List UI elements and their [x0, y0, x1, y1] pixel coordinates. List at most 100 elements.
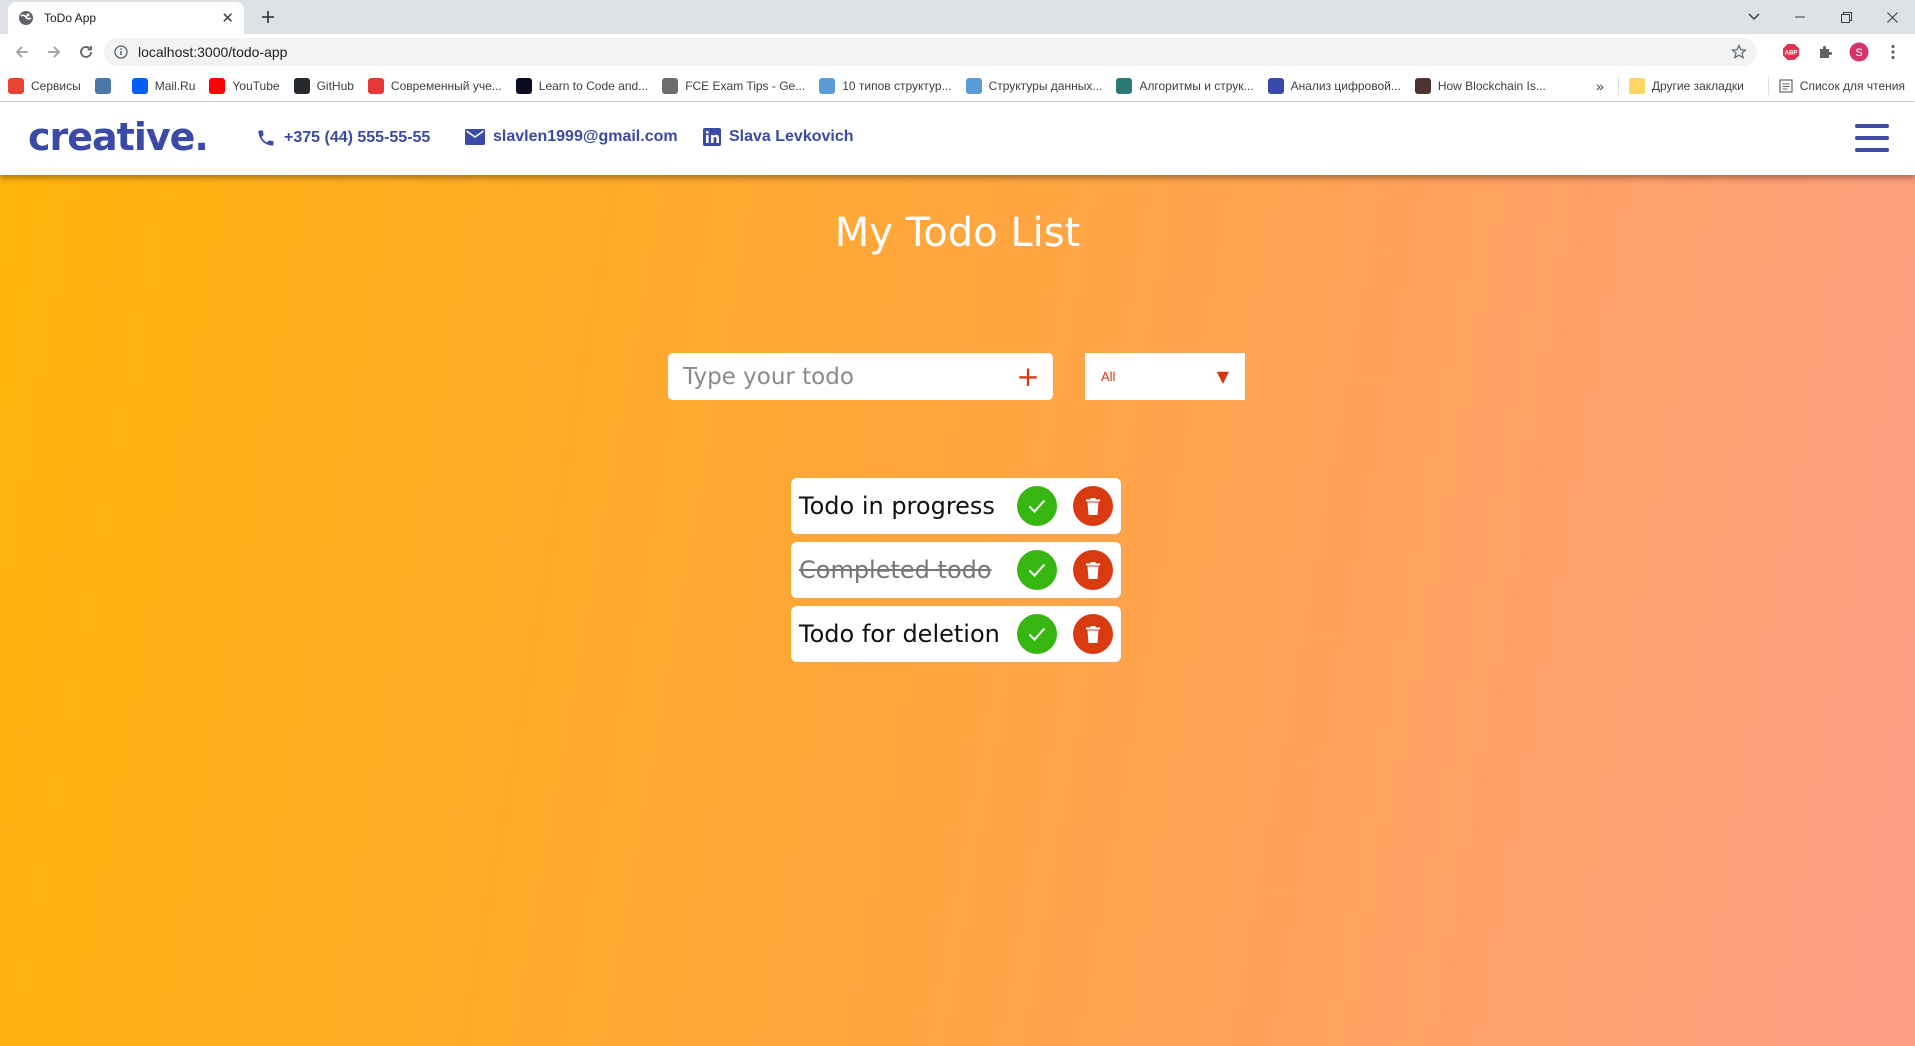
bookmark-item[interactable]: How Blockchain Is...	[1414, 77, 1546, 94]
hamburger-line	[1855, 136, 1889, 140]
page-title: My Todo List	[834, 210, 1081, 256]
complete-button[interactable]	[1017, 550, 1057, 590]
todo-item: Todo in progress	[791, 478, 1121, 534]
profile-initial: S	[1855, 47, 1862, 59]
bookmarks-separator	[1767, 77, 1769, 95]
trash-icon	[1086, 497, 1100, 515]
bookmark-item[interactable]: Алгоритмы и струк...	[1116, 77, 1254, 94]
github-icon	[293, 77, 310, 94]
todo-input[interactable]	[668, 353, 1003, 400]
mail-icon	[465, 129, 485, 145]
linkedin-link[interactable]: Slava Levkovich	[703, 128, 854, 146]
minimize-button[interactable]	[1777, 2, 1823, 32]
reading-list-label: Список для чтения	[1799, 79, 1905, 93]
tab-title: ToDo App	[44, 11, 97, 25]
bookmark-item[interactable]: 10 типов структур...	[819, 77, 952, 94]
site-header: creative. +375 (44) 555-55-55 slavlen199…	[0, 102, 1915, 175]
email-text: slavlen1999@gmail.com	[493, 128, 678, 145]
browser-menu-button[interactable]	[1879, 38, 1907, 66]
info-icon[interactable]	[114, 45, 128, 59]
email-link[interactable]: slavlen1999@gmail.com	[465, 128, 678, 146]
bookmarks-separator	[1617, 77, 1619, 95]
page-background: creative. +375 (44) 555-55-55 slavlen199…	[0, 102, 1915, 1046]
bookmark-label: Сервисы	[31, 78, 81, 93]
youtube-icon	[209, 77, 226, 94]
bookmark-item[interactable]: YouTube	[209, 77, 280, 94]
bookmark-item[interactable]: Сервисы	[8, 77, 81, 94]
bookmark-label: Анализ цифровой...	[1290, 78, 1401, 93]
todo-text: Todo for deletion	[799, 620, 1000, 648]
add-todo-button[interactable]: +	[1003, 353, 1053, 400]
trash-icon	[1086, 625, 1100, 643]
bookmark-item[interactable]: Mail.Ru	[131, 77, 196, 94]
habr-icon	[965, 77, 982, 94]
reload-icon	[80, 46, 92, 58]
profile-avatar-icon: S	[1849, 42, 1869, 62]
bookmarks-bar: Сервисы Mail.Ru YouTube GitHub Современный у…	[0, 70, 1915, 102]
bookmark-label: 10 типов структур...	[842, 78, 952, 93]
bookmark-item[interactable]: FCE Exam Tips - Ge...	[662, 77, 806, 94]
arrow-left-icon	[15, 46, 28, 58]
delete-button[interactable]	[1073, 614, 1113, 654]
bookmark-label: Структуры данных...	[988, 78, 1103, 93]
reload-button[interactable]	[70, 38, 102, 66]
bookmark-label: YouTube	[232, 78, 280, 93]
browser-tab[interactable]: ToDo App ✕	[8, 2, 244, 34]
adblock-icon: ABP	[1783, 44, 1799, 60]
bookmark-item[interactable]: Современный уче...	[367, 77, 502, 94]
delete-button[interactable]	[1073, 486, 1113, 526]
todo-form: +	[668, 353, 1053, 400]
bookmark-label: GitHub	[316, 78, 354, 93]
phone-text: +375 (44) 555-55-55	[284, 129, 431, 146]
complete-button[interactable]	[1017, 486, 1057, 526]
fce-icon	[662, 77, 679, 94]
bookmark-label: Mail.Ru	[154, 78, 196, 93]
address-bar[interactable]: localhost:3000/todo-app	[104, 38, 1757, 66]
hamburger-menu-icon[interactable]	[1855, 124, 1889, 152]
bookmark-label: Алгоритмы и струк...	[1139, 78, 1254, 93]
delete-button[interactable]	[1073, 550, 1113, 590]
profile-button[interactable]: S	[1845, 38, 1873, 66]
plus-icon: +	[1016, 360, 1040, 393]
minimize-icon	[1795, 16, 1805, 18]
site-logo[interactable]: creative.	[28, 115, 209, 159]
chevron-down-icon	[1748, 13, 1760, 21]
filter-select[interactable]: All ▼	[1085, 353, 1245, 400]
linkedin-text: Slava Levkovich	[729, 128, 854, 145]
other-bookmarks-folder[interactable]: Другие закладки	[1628, 78, 1744, 94]
close-window-button[interactable]	[1869, 2, 1915, 32]
bookmark-label: FCE Exam Tips - Ge...	[685, 78, 806, 93]
extensions-button[interactable]	[1811, 38, 1839, 66]
filter-selected-value: All	[1101, 369, 1116, 384]
bookmark-label: Современный уче...	[390, 78, 502, 93]
new-tab-button[interactable]	[256, 5, 280, 29]
url-text: localhost:3000/todo-app	[138, 44, 288, 60]
bookmark-item[interactable]: Структуры данных...	[965, 77, 1103, 94]
tab-search-button[interactable]	[1731, 2, 1777, 32]
puzzle-icon	[1820, 46, 1832, 58]
reading-list-button[interactable]: Список для чтения	[1779, 79, 1905, 93]
back-button[interactable]	[6, 38, 38, 66]
tab-close-icon[interactable]: ✕	[221, 10, 234, 26]
bookmark-item[interactable]: Learn to Code and...	[515, 77, 648, 94]
restore-icon	[1840, 11, 1852, 23]
bookmark-item[interactable]: GitHub	[293, 77, 354, 94]
complete-button[interactable]	[1017, 614, 1057, 654]
bookmark-item[interactable]	[94, 77, 118, 94]
check-icon	[1028, 563, 1046, 577]
browser-toolbar: localhost:3000/todo-app ABP S	[0, 34, 1915, 70]
linkedin-icon	[703, 128, 721, 146]
phone-link[interactable]: +375 (44) 555-55-55	[256, 128, 430, 148]
more-bookmarks-button[interactable]: »	[1596, 78, 1604, 94]
star-icon[interactable]	[1731, 44, 1747, 60]
window-controls	[1731, 0, 1915, 34]
caret-down-icon: ▼	[1216, 367, 1229, 386]
phone-icon	[258, 130, 274, 146]
algo-icon	[1116, 77, 1133, 94]
forward-button[interactable]	[38, 38, 70, 66]
restore-button[interactable]	[1823, 2, 1869, 32]
adblock-extension-button[interactable]: ABP	[1777, 38, 1805, 66]
hamburger-line	[1855, 148, 1889, 152]
bookmark-item[interactable]: Анализ цифровой...	[1267, 77, 1401, 94]
todo-item: Todo for deletion	[791, 606, 1121, 662]
